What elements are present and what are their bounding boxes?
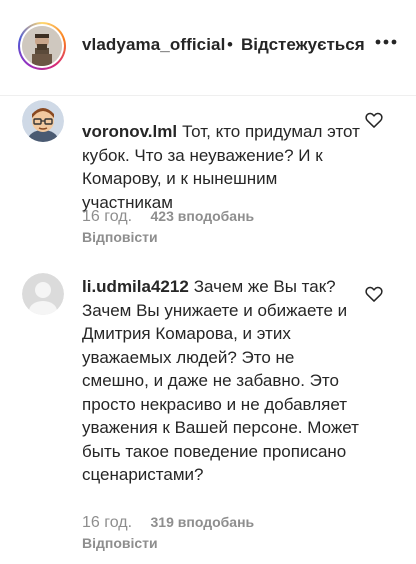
like-heart-icon[interactable] bbox=[364, 284, 384, 304]
comment-time[interactable]: 16 год. bbox=[82, 208, 132, 225]
comment-time[interactable]: 16 год. bbox=[82, 514, 132, 531]
comment-meta: 16 год. 423 вподобань bbox=[82, 208, 254, 226]
separator-dot: • bbox=[227, 35, 233, 54]
like-heart-icon[interactable] bbox=[364, 110, 384, 130]
comment-text-block: voronov.lml Тот, кто придумал этот кубок.… bbox=[82, 120, 362, 214]
reply-button[interactable]: Відповісти bbox=[82, 535, 158, 551]
following-status-button[interactable]: Відстежується bbox=[241, 35, 365, 55]
commenter-avatar[interactable] bbox=[22, 100, 64, 142]
commenter-username[interactable]: voronov.lml bbox=[82, 122, 177, 141]
commenter-avatar[interactable] bbox=[22, 273, 64, 315]
profile-photo-icon bbox=[22, 26, 62, 66]
comment-text: Зачем же Вы так? Зачем Вы унижаете и оби… bbox=[82, 277, 359, 484]
profile-avatar bbox=[22, 26, 62, 66]
reply-button[interactable]: Відповісти bbox=[82, 229, 158, 245]
cartoon-avatar-icon bbox=[22, 100, 64, 142]
comment-meta: 16 год. 319 вподобань bbox=[82, 514, 254, 532]
comment-text-block: li.udmila4212 Зачем же Вы так? Зачем Вы у… bbox=[82, 275, 362, 487]
more-options-icon[interactable] bbox=[374, 30, 398, 54]
commenter-username[interactable]: li.udmila4212 bbox=[82, 277, 189, 296]
profile-username[interactable]: vladyama_official bbox=[82, 35, 225, 55]
story-ring[interactable] bbox=[18, 22, 66, 70]
default-avatar-icon bbox=[22, 273, 64, 315]
comment-likes-count[interactable]: 319 вподобань bbox=[151, 514, 255, 530]
post-header: vladyama_official • Відстежується bbox=[0, 0, 416, 96]
comment-likes-count[interactable]: 423 вподобань bbox=[151, 208, 255, 224]
